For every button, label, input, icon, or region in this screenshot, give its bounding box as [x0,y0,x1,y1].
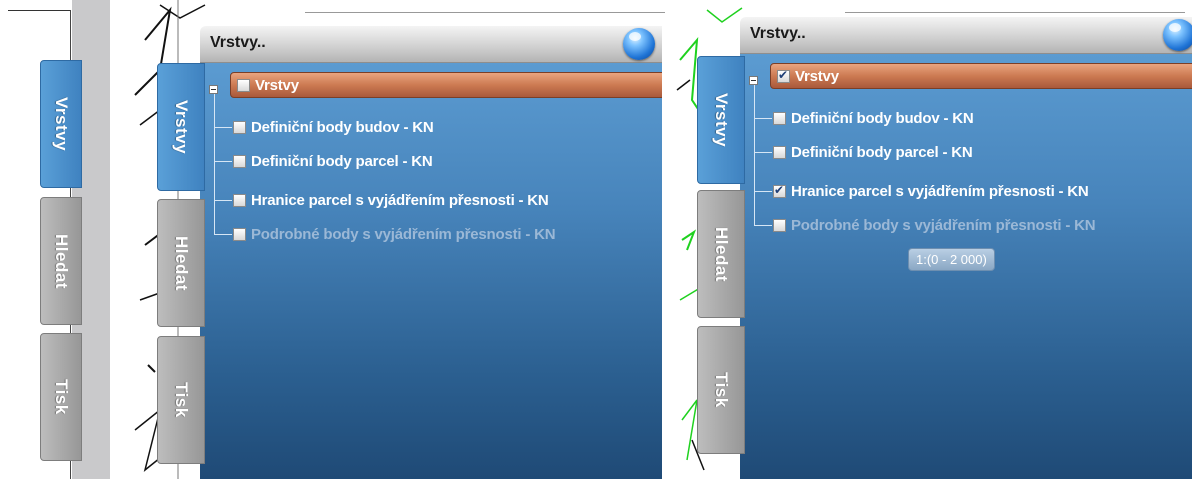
tree-line [754,191,772,192]
tab-label: Hledat [172,235,191,291]
tree-line [214,127,232,128]
layer-root-label: Vrstvy [255,76,299,94]
tab-tisk[interactable]: Tisk [697,326,745,454]
tab-vrstvy[interactable]: Vrstvy [157,63,205,191]
tree-line [214,161,232,162]
checkbox-icon[interactable] [233,227,246,241]
window-title: Vrstvy.. [750,25,806,42]
window-title: Vrstvy.. [210,34,266,51]
map-line [305,12,665,13]
checkbox-icon[interactable] [777,68,790,83]
layer-label: Definiční body budov - KN [791,109,974,127]
collapsed-panel: Vrstvy Hledat Tisk [0,0,110,479]
tab-label: Hledat [52,233,71,289]
checkbox-icon[interactable] [773,111,786,125]
checkbox-icon[interactable] [773,145,786,159]
tab-hledat[interactable]: Hledat [40,197,82,325]
layers-tree: Vrstvy Definiční body budov - KN Definič… [200,63,662,479]
tab-tisk[interactable]: Tisk [40,333,82,461]
layer-row[interactable]: Podrobné body s vyjádřením přesnosti - K… [233,222,556,246]
layer-label: Definiční body parcel - KN [251,152,433,170]
tree-line [754,152,772,153]
layer-row[interactable]: Hranice parcel s vyjádřením přesnosti - … [233,188,549,212]
window-titlebar[interactable]: Vrstvy.. [740,17,1192,54]
checkbox-icon[interactable] [237,78,250,92]
tab-label: Vrstvy [52,96,71,152]
globe-icon[interactable] [1163,19,1192,51]
layer-label: Definiční body parcel - KN [791,143,973,161]
tab-label: Tisk [712,372,731,408]
tree-line [754,118,772,119]
window-titlebar[interactable]: Vrstvy.. [200,26,662,63]
map-line [845,12,1185,13]
checkbox-icon[interactable] [233,120,246,134]
collapse-minus-icon[interactable] [749,76,758,85]
tab-hledat[interactable]: Hledat [697,190,745,318]
checkbox-icon[interactable] [233,154,246,168]
checkbox-icon[interactable] [773,218,786,232]
layers-tree: Vrstvy Definiční body budov - KN Definič… [740,54,1192,479]
layer-label: Podrobné body s vyjádřením přesnosti - K… [791,216,1096,234]
layers-window: Vrstvy.. Vrstvy Definiční body budov - K… [740,17,1192,479]
tree-line [754,225,772,226]
tab-label: Vrstvy [172,99,191,155]
layer-root-row[interactable]: Vrstvy [230,72,662,98]
tab-label: Vrstvy [712,92,731,148]
tab-vrstvy[interactable]: Vrstvy [40,60,82,188]
checkbox-icon[interactable] [773,183,786,198]
layer-row[interactable]: Definiční body budov - KN [773,106,974,130]
layer-row[interactable]: Hranice parcel s vyjádřením přesnosti - … [773,179,1089,203]
layer-label: Hranice parcel s vyjádřením přesnosti - … [791,182,1089,200]
layer-row[interactable]: Definiční body parcel - KN [773,140,973,164]
layer-row[interactable]: Definiční body parcel - KN [233,149,433,173]
layer-row[interactable]: Podrobné body s vyjádřením přesnosti - K… [773,213,1096,237]
tab-vrstvy[interactable]: Vrstvy [697,56,745,184]
tree-line [214,234,232,235]
tree-line [214,200,232,201]
layer-row[interactable]: Definiční body budov - KN [233,115,434,139]
checkbox-icon[interactable] [233,193,246,207]
tab-label: Tisk [172,382,191,418]
tab-label: Hledat [712,226,731,282]
tab-label: Tisk [52,379,71,415]
globe-icon[interactable] [623,28,655,60]
layer-label: Definiční body budov - KN [251,118,434,136]
layer-label: Hranice parcel s vyjádřením přesnosti - … [251,191,549,209]
layers-window: Vrstvy.. Vrstvy Definiční body budov - K… [200,26,662,479]
layer-root-label: Vrstvy [795,67,839,85]
collapse-minus-icon[interactable] [209,85,218,94]
scale-tooltip: 1:(0 - 2 000) [908,248,995,271]
map-line [8,10,70,11]
tab-tisk[interactable]: Tisk [157,336,205,464]
layer-root-row[interactable]: Vrstvy [770,63,1192,89]
tab-hledat[interactable]: Hledat [157,199,205,327]
layer-label: Podrobné body s vyjádřením přesnosti - K… [251,225,556,243]
